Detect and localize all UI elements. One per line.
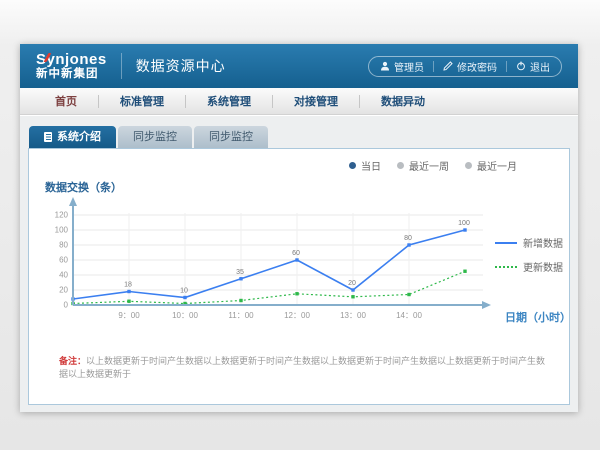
svg-text:20: 20: [59, 286, 68, 295]
user-action-power[interactable]: 退出: [516, 59, 550, 74]
app-window: Synjones 新中新集团 数据资源中心 管理员修改密码退出 首页标准管理系统…: [20, 44, 578, 412]
footnote-text: 以上数据更新于时间产生数据以上数据更新于时间产生数据以上数据更新于时间产生数据以…: [59, 356, 545, 379]
user-action-edit[interactable]: 修改密码: [443, 59, 497, 74]
power-icon: [516, 61, 526, 71]
tab-0[interactable]: 系统介绍: [29, 126, 116, 148]
svg-text:60: 60: [292, 250, 300, 257]
chart-legend: 新增数据更新数据: [495, 235, 563, 283]
svg-text:100: 100: [55, 226, 69, 235]
svg-text:11：00: 11：00: [228, 311, 254, 320]
nav-item-2[interactable]: 系统管理: [186, 93, 272, 109]
svg-text:10: 10: [180, 288, 188, 295]
tab-2[interactable]: 同步监控: [194, 126, 268, 148]
tab-label: 同步监控: [133, 126, 177, 148]
radio-label: 最近一周: [409, 158, 449, 173]
chart-panel: 当日最近一周最近一月 数据交换（条） 181035602080100020406…: [28, 148, 570, 405]
legend-label: 新增数据: [523, 235, 563, 250]
tab-label: 同步监控: [209, 126, 253, 148]
x-axis-title: 日期（小时）: [505, 309, 569, 325]
user-toolbar: 管理员 修改密码 退出: [368, 56, 562, 77]
radio-option-2[interactable]: 最近一月: [465, 158, 517, 173]
nav-item-0[interactable]: 首页: [34, 93, 98, 109]
nav-item-3[interactable]: 对接管理: [273, 93, 359, 109]
radio-dot-icon: [465, 162, 472, 169]
main-nav: 首页标准管理系统管理对接管理数据异动: [20, 88, 578, 115]
legend-line-icon: [495, 242, 517, 244]
footnote: 备注：以上数据更新于时间产生数据以上数据更新于时间产生数据以上数据更新于时间产生…: [59, 355, 551, 380]
company-logo: Synjones 新中新集团: [20, 52, 107, 80]
user-action-label: 退出: [530, 59, 550, 74]
document-icon: [44, 132, 52, 142]
radio-option-1[interactable]: 最近一周: [397, 158, 449, 173]
user-action-label: 修改密码: [457, 59, 497, 74]
radio-dot-icon: [397, 162, 404, 169]
page-title: 数据资源中心: [136, 56, 226, 76]
tab-bar: 系统介绍 同步监控 同步监控: [29, 126, 268, 148]
line-chart: 18 10 35 60 20 80 100 0 20 40 60 80 100 120 9：00 10：00 1…: [43, 193, 499, 331]
user-action-user[interactable]: 管理员: [380, 59, 424, 74]
svg-text:9：00: 9：00: [118, 311, 140, 320]
svg-text:35: 35: [236, 269, 244, 276]
radio-label: 当日: [361, 158, 381, 173]
nav-item-1[interactable]: 标准管理: [99, 93, 185, 109]
header-divider: [121, 53, 122, 79]
radio-dot-icon: [349, 162, 356, 169]
svg-text:18: 18: [124, 282, 132, 289]
svg-text:10：00: 10：00: [172, 311, 198, 320]
legend-line-icon: [495, 266, 517, 268]
svg-text:0: 0: [64, 301, 69, 310]
radio-option-0[interactable]: 当日: [349, 158, 381, 173]
svg-text:40: 40: [59, 271, 68, 280]
legend-item-0: 新增数据: [495, 235, 563, 250]
svg-text:12：00: 12：00: [284, 311, 310, 320]
nav-item-4[interactable]: 数据异动: [360, 93, 446, 109]
svg-text:80: 80: [59, 241, 68, 250]
radio-label: 最近一月: [477, 158, 517, 173]
app-header: Synjones 新中新集团 数据资源中心 管理员 修改密码 退出: [20, 44, 578, 88]
toolbar-divider: [433, 61, 434, 72]
svg-text:100: 100: [458, 220, 470, 227]
tab-1[interactable]: 同步监控: [118, 126, 192, 148]
edit-icon: [443, 61, 453, 71]
user-icon: [380, 61, 390, 71]
svg-text:13：00: 13：00: [340, 311, 366, 320]
svg-text:60: 60: [59, 256, 68, 265]
svg-text:20: 20: [348, 280, 356, 287]
legend-item-1: 更新数据: [495, 259, 563, 274]
user-action-label: 管理员: [394, 59, 424, 74]
footnote-label: 备注: [59, 356, 77, 366]
toolbar-divider: [506, 61, 507, 72]
content-area: 系统介绍同步监控同步监控 当日最近一周最近一月 数据交换（条） 18103560…: [20, 116, 578, 412]
svg-text:14：00: 14：00: [396, 311, 422, 320]
company-name: 新中新集团: [36, 68, 107, 80]
time-range-filter: 当日 最近一周 最近一月: [349, 158, 517, 173]
legend-label: 更新数据: [523, 259, 563, 274]
tab-label: 系统介绍: [57, 126, 101, 148]
svg-text:120: 120: [55, 211, 69, 220]
svg-text:80: 80: [404, 235, 412, 242]
